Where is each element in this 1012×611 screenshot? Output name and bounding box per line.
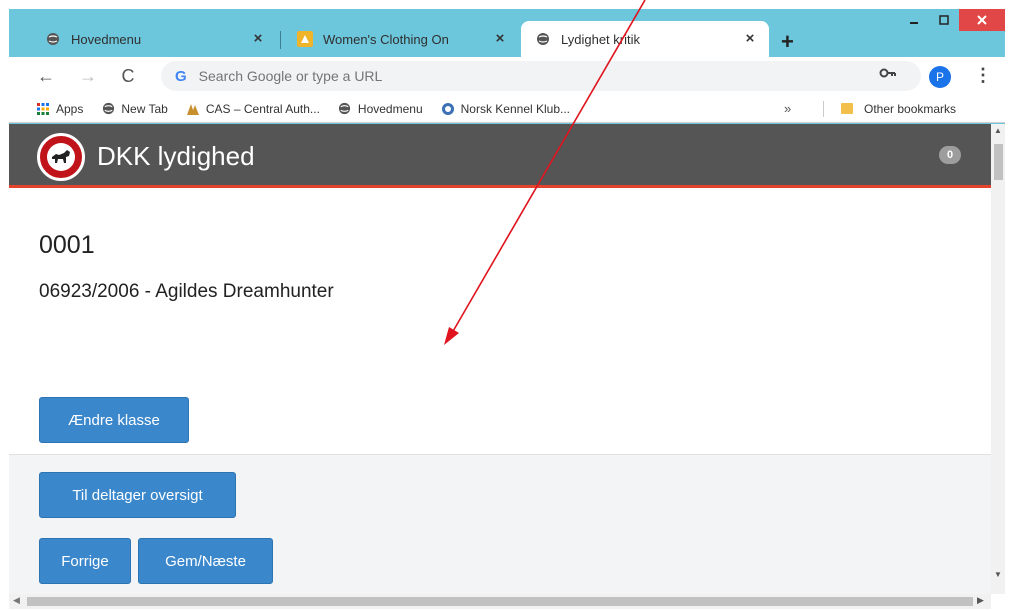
dkk-logo	[37, 133, 85, 181]
browser-toolbar: ← → C G P ⋮	[9, 57, 1005, 95]
tab-title: Hovedmenu	[71, 31, 142, 47]
cas-icon	[186, 102, 200, 116]
bookmark-nkk[interactable]: Norsk Kennel Klub...	[441, 102, 570, 116]
google-icon: G	[175, 67, 187, 85]
bookmark-new-tab[interactable]: New Tab	[101, 101, 168, 116]
dog-icon	[47, 143, 75, 171]
save-next-button[interactable]: Gem/Næste	[138, 538, 273, 584]
bookmarks-overflow-icon[interactable]: »	[784, 101, 791, 116]
close-window-icon[interactable]	[959, 9, 1005, 31]
minimize-icon[interactable]	[899, 9, 929, 31]
change-class-button[interactable]: Ændre klasse	[39, 397, 189, 443]
tab-hovedmenu[interactable]: Hovedmenu ×	[31, 21, 277, 57]
participant-overview-button[interactable]: Til deltager oversigt	[39, 472, 236, 518]
page-viewport: DKK lydighed 0 0001 06923/2006 - Agildes…	[9, 124, 1005, 609]
vertical-scrollbar[interactable]: ▲ ▼	[991, 124, 1005, 594]
vertical-scroll-thumb[interactable]	[994, 144, 1003, 180]
window-controls	[899, 9, 1005, 33]
amazon-icon	[297, 31, 313, 47]
forward-arrow-icon[interactable]: →	[76, 65, 100, 89]
profile-avatar[interactable]: P	[929, 66, 951, 88]
bookmark-cas[interactable]: CAS – Central Auth...	[186, 102, 320, 116]
menu-dots-icon[interactable]: ⋮	[974, 65, 992, 86]
bookmark-label: Norsk Kennel Klub...	[460, 101, 571, 116]
bookmark-hovedmenu[interactable]: Hovedmenu	[338, 102, 423, 116]
tab-womens-clothing[interactable]: Women's Clothing On ×	[283, 21, 519, 57]
tab-title: Women's Clothing On	[323, 31, 449, 47]
bookmark-label: Other bookmarks	[864, 102, 957, 116]
notification-badge[interactable]: 0	[939, 146, 961, 164]
tab-close-icon[interactable]: ×	[247, 28, 269, 50]
address-input[interactable]	[198, 68, 799, 84]
dog-registration-name: 06923/2006 - Agildes Dreamhunter	[39, 281, 334, 302]
tab-title: Lydighet kritik	[561, 31, 640, 47]
bookmarks-bar: Apps New Tab CAS – Central Auth... Hoved…	[9, 95, 1005, 123]
bookmark-label: New Tab	[121, 101, 168, 116]
scroll-left-icon[interactable]: ◀	[13, 595, 20, 606]
globe-icon	[535, 31, 551, 47]
back-arrow-icon[interactable]: ←	[34, 65, 58, 89]
bookmark-label: Hovedmenu	[357, 101, 423, 116]
maximize-icon[interactable]	[929, 9, 959, 31]
horizontal-scrollbar[interactable]: ◀ ▶	[9, 594, 991, 609]
bookmark-label: Apps	[56, 101, 84, 116]
bookmarks-divider	[823, 101, 824, 117]
reload-icon[interactable]: C	[116, 65, 140, 89]
tab-close-icon[interactable]: ×	[739, 28, 761, 50]
tab-close-icon[interactable]: ×	[489, 28, 511, 50]
key-icon[interactable]	[879, 67, 897, 82]
scroll-down-icon[interactable]: ▼	[994, 570, 1002, 579]
bookmark-apps[interactable]: Apps	[36, 102, 83, 116]
new-tab-button[interactable]: +	[781, 31, 794, 53]
globe-icon	[338, 102, 352, 116]
other-bookmarks-folder[interactable]: Other bookmarks	[840, 95, 956, 123]
nkk-icon	[441, 102, 455, 116]
previous-button[interactable]: Forrige	[39, 538, 131, 584]
bookmark-label: CAS – Central Auth...	[205, 101, 320, 116]
apps-grid-icon	[36, 102, 50, 116]
globe-icon	[101, 102, 115, 116]
folder-icon	[840, 101, 854, 118]
tab-lydighet-kritik[interactable]: Lydighet kritik ×	[521, 21, 769, 57]
app-header: DKK lydighed 0	[9, 124, 991, 188]
participant-number: 0001	[39, 231, 95, 259]
horizontal-scroll-thumb[interactable]	[27, 597, 973, 606]
omnibox[interactable]: G	[161, 61, 921, 91]
scroll-right-icon[interactable]: ▶	[977, 595, 984, 606]
globe-icon	[45, 31, 61, 47]
app-title: DKK lydighed	[97, 141, 255, 171]
browser-window: Hovedmenu × Women's Clothing On × Lydigh…	[9, 9, 1005, 609]
scroll-up-icon[interactable]: ▲	[994, 126, 1002, 135]
tab-separator	[280, 31, 281, 49]
